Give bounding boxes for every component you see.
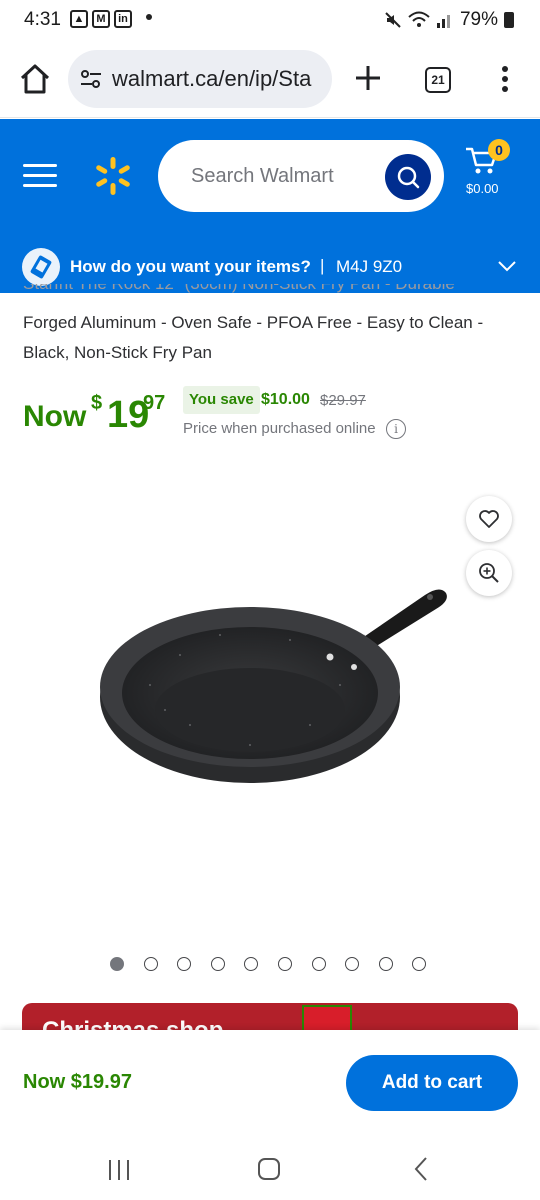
save-amount: $10.00 bbox=[261, 391, 310, 408]
delivery-icon bbox=[22, 248, 60, 286]
carousel-dot-10[interactable] bbox=[412, 957, 427, 971]
heart-icon bbox=[479, 510, 499, 528]
notification-icons: ▲ M in bbox=[70, 10, 132, 28]
product-title: Forged Aluminum - Oven Safe - PFOA Free … bbox=[23, 313, 484, 362]
new-tab-icon[interactable] bbox=[352, 62, 384, 94]
signal-icon bbox=[436, 15, 450, 28]
you-save-badge: You save bbox=[183, 386, 260, 414]
address-bar[interactable]: walmart.ca/en/ip/Sta bbox=[68, 50, 332, 108]
product-image[interactable] bbox=[90, 575, 460, 805]
tab-switcher-button[interactable]: 21 bbox=[425, 67, 451, 93]
sticky-add-to-cart-bar: Now $19.97 Add to cart bbox=[0, 1030, 540, 1140]
walmart-spark-logo[interactable] bbox=[92, 155, 134, 197]
search-icon bbox=[397, 166, 420, 189]
chevron-down-icon[interactable] bbox=[496, 255, 518, 277]
home-nav-icon[interactable] bbox=[254, 1154, 284, 1184]
delivery-separator: | bbox=[320, 256, 325, 275]
photos-icon: ▲ bbox=[70, 10, 88, 28]
site-settings-icon[interactable] bbox=[80, 69, 102, 89]
current-price: Now $ 19 97 bbox=[23, 392, 165, 436]
linkedin-icon: in bbox=[114, 10, 132, 28]
carousel-dot-9[interactable] bbox=[378, 957, 393, 971]
zoom-in-icon bbox=[479, 563, 499, 583]
cart-count-badge: 0 bbox=[488, 139, 510, 161]
delivery-question: How do you want your items? bbox=[70, 257, 311, 276]
carousel-dot-1[interactable] bbox=[110, 957, 124, 971]
info-icon[interactable]: i bbox=[386, 419, 406, 439]
cart-button[interactable]: 0 $0.00 bbox=[464, 139, 524, 201]
gmail-icon: M bbox=[92, 10, 110, 28]
carousel-dot-3[interactable] bbox=[177, 957, 192, 971]
battery-percent: 79% bbox=[459, 9, 498, 30]
carousel-dot-2[interactable] bbox=[143, 957, 158, 971]
zoom-button[interactable] bbox=[466, 550, 512, 596]
mute-icon bbox=[385, 12, 401, 28]
battery-icon bbox=[504, 12, 514, 28]
carousel-dot-8[interactable] bbox=[345, 957, 360, 971]
status-time: 4:31 bbox=[24, 9, 61, 30]
sticky-price: Now $19.97 bbox=[23, 1071, 132, 1093]
url-text[interactable]: walmart.ca/en/ip/Sta bbox=[112, 66, 324, 92]
system-navigation-bar bbox=[0, 1140, 540, 1200]
recent-apps-icon[interactable] bbox=[104, 1154, 134, 1184]
system-icons: 79% bbox=[384, 9, 514, 31]
screen: 4:31 ▲ M in 79% walmart.ca/en/ip/Sta 21 bbox=[0, 0, 540, 1200]
was-price: $29.97 bbox=[320, 392, 366, 409]
carousel-dot-7[interactable] bbox=[311, 957, 326, 971]
home-icon[interactable] bbox=[18, 62, 52, 96]
status-bar: 4:31 ▲ M in 79% bbox=[0, 0, 540, 40]
favorite-button[interactable] bbox=[466, 496, 512, 542]
price-note: Price when purchased online bbox=[183, 420, 376, 437]
cart-total: $0.00 bbox=[466, 181, 499, 196]
site-header: Search Walmart 0 $0.00 bbox=[0, 119, 540, 241]
product-title-partial: Starfrit The Rock 12" (30cm) Non-Stick F… bbox=[23, 284, 503, 298]
image-carousel-dots bbox=[110, 957, 446, 971]
carousel-dot-4[interactable] bbox=[210, 957, 225, 971]
postal-code: M4J 9Z0 bbox=[336, 257, 403, 276]
now-label: Now bbox=[23, 400, 87, 433]
price-cents: 97 bbox=[143, 392, 166, 414]
browser-toolbar: walmart.ca/en/ip/Sta 21 bbox=[0, 40, 540, 118]
more-notifications-icon bbox=[146, 14, 152, 20]
menu-icon[interactable] bbox=[23, 163, 57, 189]
search-button[interactable] bbox=[385, 154, 431, 200]
wifi-icon bbox=[408, 11, 430, 27]
add-to-cart-button[interactable]: Add to cart bbox=[346, 1055, 518, 1111]
search-placeholder: Search Walmart bbox=[191, 165, 334, 187]
carousel-dot-6[interactable] bbox=[277, 957, 292, 971]
back-icon[interactable] bbox=[406, 1154, 436, 1184]
carousel-dot-5[interactable] bbox=[244, 957, 259, 971]
search-input[interactable]: Search Walmart bbox=[158, 140, 444, 212]
more-options-icon[interactable] bbox=[494, 64, 516, 94]
price-currency: $ bbox=[91, 392, 103, 414]
